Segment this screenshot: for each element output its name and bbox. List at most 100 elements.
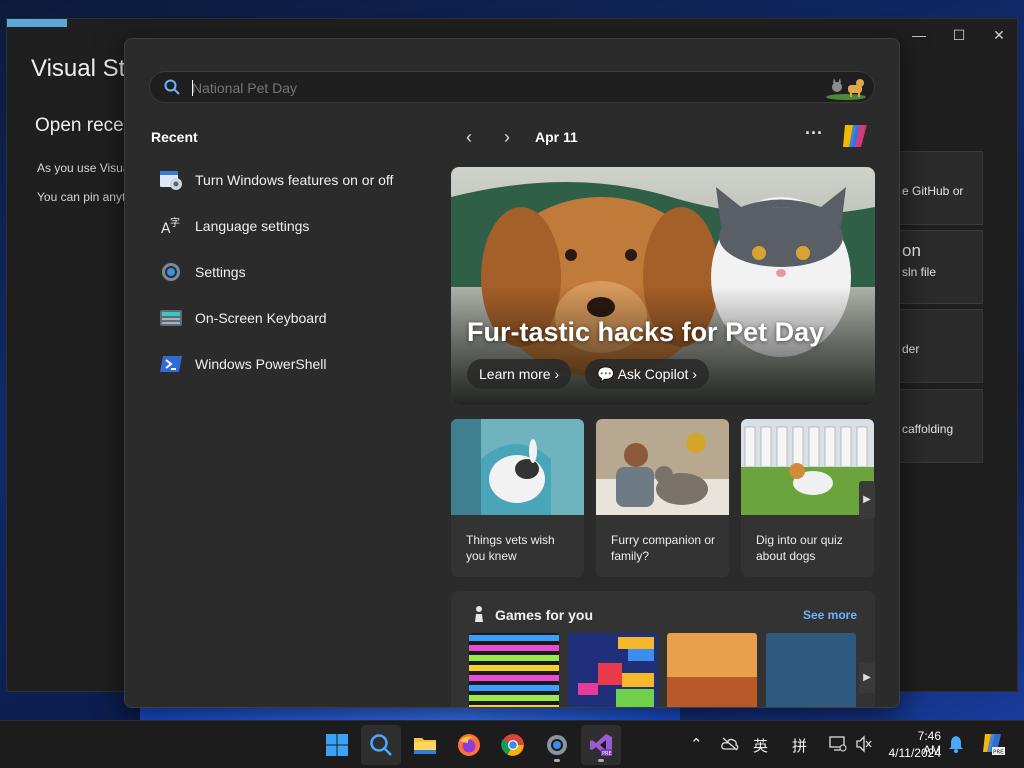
chrome-icon	[501, 734, 524, 756]
chevron-right-icon: ›	[554, 366, 560, 382]
scroll-right-arrow-icon[interactable]: ▶	[859, 481, 875, 519]
taskbar-file-explorer[interactable]	[405, 725, 445, 765]
recent-item-windows-features[interactable]: Turn Windows features on or off	[159, 165, 429, 195]
news-card[interactable]: Things vets wish you knew	[451, 419, 584, 577]
vs-card-text: sln file	[902, 265, 937, 279]
gear-icon	[162, 263, 180, 281]
game-tile[interactable]	[667, 633, 757, 708]
card-title: Things vets wish you knew	[466, 533, 555, 563]
start-icon	[326, 734, 348, 756]
ask-copilot-label: Ask Copilot	[617, 366, 689, 382]
close-icon[interactable]: ✕	[989, 27, 1009, 44]
game-tile[interactable]	[766, 633, 856, 708]
game-tile[interactable]	[568, 633, 658, 708]
ask-copilot-button[interactable]: 💬 Ask Copilot ›	[585, 359, 709, 389]
powershell-icon	[160, 356, 182, 372]
scroll-right-arrow-icon[interactable]: ▶	[859, 663, 875, 693]
show-hidden-icons-chevron-icon[interactable]: ⌃	[690, 735, 703, 753]
vs-get-started-card[interactable]: caffolding	[899, 389, 983, 463]
taskbar-firefox[interactable]	[449, 725, 489, 765]
text-caret	[192, 80, 193, 96]
search-icon	[370, 734, 392, 756]
vs-get-started-card[interactable]: e GitHub or	[899, 151, 983, 225]
search-icon	[164, 79, 180, 95]
copilot-icon[interactable]	[839, 121, 871, 151]
game-tile[interactable]	[469, 633, 559, 708]
copilot-preview-icon[interactable]: PRE	[980, 731, 1006, 757]
hero-card[interactable]: Fur-tastic hacks for Pet Day Learn more …	[451, 167, 875, 405]
chess-piece-icon	[475, 606, 483, 622]
dog-on-lawn-image	[741, 419, 874, 515]
language-icon: A 字	[161, 216, 180, 237]
minimize-icon[interactable]: —	[909, 27, 929, 43]
chat-bubble-icon: 💬	[597, 366, 618, 382]
file-explorer-icon	[414, 738, 436, 754]
vs-card-title: on	[902, 241, 921, 260]
learn-more-button[interactable]: Learn more ›	[467, 359, 572, 389]
pet-day-doodle-icon[interactable]	[824, 75, 868, 101]
man-with-cat-image	[596, 419, 729, 515]
vs-card-text: der	[902, 342, 920, 356]
settings-icon	[547, 735, 567, 755]
notification-bell-icon[interactable]	[948, 735, 964, 753]
vs-accent-bar	[7, 19, 67, 27]
onedrive-icon[interactable]	[721, 737, 739, 751]
vet-with-rabbit-image	[451, 419, 584, 515]
ime-mode-indicator[interactable]: 英	[753, 735, 768, 756]
running-indicator	[554, 759, 560, 762]
recent-item-on-screen-keyboard[interactable]: On-Screen Keyboard	[159, 303, 429, 333]
vs-info-line: You can pin anyt	[37, 190, 126, 204]
clock-date[interactable]: 4/11/2024	[883, 746, 942, 760]
card-title: Furry companion or family?	[611, 533, 716, 563]
recent-item-label: On-Screen Keyboard	[195, 310, 327, 326]
games-title: Games for you	[495, 607, 594, 623]
taskbar-chrome[interactable]	[493, 725, 533, 765]
svg-text:PRE: PRE	[993, 750, 1004, 756]
see-more-link[interactable]: See more	[803, 608, 857, 622]
vs-window-title: Visual Stu	[31, 55, 139, 82]
news-card[interactable]: Furry companion or family?	[596, 419, 729, 577]
taskbar-search-button[interactable]	[361, 725, 401, 765]
network-icon[interactable]	[829, 735, 847, 753]
maximize-icon[interactable]: ☐	[949, 27, 969, 44]
vs-get-started-card[interactable]: der	[899, 309, 983, 383]
keyboard-icon	[160, 310, 182, 326]
previous-arrow-icon[interactable]: ‹	[459, 127, 479, 147]
recent-item-settings[interactable]: Settings	[159, 257, 429, 287]
learn-more-label: Learn more	[479, 366, 551, 382]
windows-features-icon	[160, 171, 182, 190]
search-flyout: Recent Turn Windows features on or off A…	[124, 38, 900, 708]
recent-item-label: Windows PowerShell	[195, 356, 327, 372]
vs-card-text: caffolding	[902, 422, 954, 436]
vs-get-started-card[interactable]: on sln file	[899, 230, 983, 304]
search-input[interactable]	[192, 76, 792, 100]
more-options-icon[interactable]: ···	[805, 123, 823, 144]
start-button[interactable]	[317, 725, 357, 765]
volume-muted-icon[interactable]	[855, 735, 873, 753]
taskbar-settings[interactable]	[537, 725, 577, 765]
taskbar-visual-studio[interactable]: PRE	[581, 725, 621, 765]
ime-pinyin-indicator[interactable]: 拼	[792, 735, 807, 756]
recent-item-language-settings[interactable]: A 字 Language settings	[159, 211, 429, 241]
news-card[interactable]: Dig into our quiz about dogs	[741, 419, 874, 577]
visual-studio-preview-icon: PRE	[590, 734, 612, 757]
svg-text:PRE: PRE	[602, 751, 612, 757]
search-box[interactable]	[149, 71, 875, 103]
recent-item-label: Language settings	[195, 218, 310, 234]
hero-title: Fur-tastic hacks for Pet Day	[467, 317, 825, 347]
taskbar: PRE ⌃ 英 拼 7:46 AM 4/11/2024 PRE	[0, 720, 1024, 768]
firefox-icon	[458, 734, 480, 756]
games-section: Games for you See more ▶	[451, 591, 875, 708]
running-indicator	[598, 759, 604, 762]
highlight-date: Apr 11	[535, 129, 578, 145]
next-arrow-icon[interactable]: ›	[497, 127, 517, 147]
vs-card-text: e GitHub or	[902, 184, 964, 198]
card-title: Dig into our quiz about dogs	[756, 533, 843, 563]
recent-item-powershell[interactable]: Windows PowerShell	[159, 349, 429, 379]
vs-info-line: As you use Visua	[37, 161, 130, 175]
recent-item-label: Settings	[195, 264, 246, 280]
recent-item-label: Turn Windows features on or off	[195, 172, 394, 188]
vs-open-recent-heading: Open recen	[35, 115, 135, 136]
chevron-right-icon: ›	[692, 366, 697, 382]
svg-text:字: 字	[170, 216, 180, 229]
